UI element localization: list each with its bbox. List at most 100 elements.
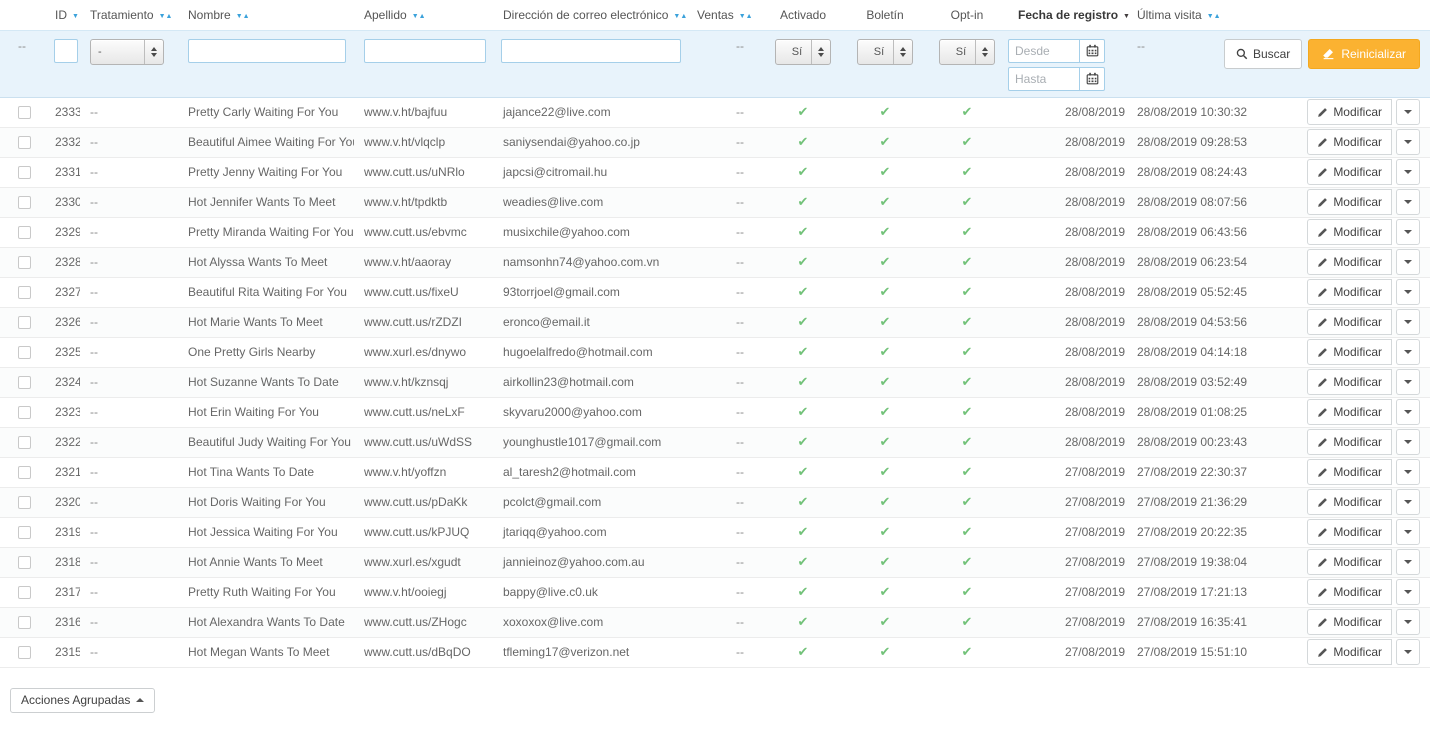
row-checkbox[interactable] — [18, 616, 31, 630]
column-header-tratamiento[interactable]: Tratamiento ▼▲ — [80, 0, 178, 30]
filter-hasta-input[interactable] — [1008, 66, 1080, 91]
row-checkbox[interactable] — [18, 166, 31, 180]
sort-desc-icon[interactable]: ▼ — [72, 13, 79, 20]
row-dropdown-toggle[interactable] — [1396, 309, 1420, 335]
row-checkbox[interactable] — [18, 106, 31, 120]
calendar-button[interactable] — [1079, 38, 1105, 63]
row-checkbox[interactable] — [18, 526, 31, 540]
modify-button[interactable]: Modificar — [1307, 159, 1392, 185]
modify-button[interactable]: Modificar — [1307, 489, 1392, 515]
column-header-fecha-registro[interactable]: Fecha de registro▼▲ — [1008, 0, 1131, 30]
row-dropdown-toggle[interactable] — [1396, 639, 1420, 665]
row-dropdown-toggle[interactable] — [1396, 399, 1420, 425]
sort-desc-icon[interactable]: ▼ — [236, 13, 243, 20]
boletin-check-icon: ✔ — [879, 464, 891, 479]
row-dropdown-toggle[interactable] — [1396, 249, 1420, 275]
column-header-id[interactable]: ID▼▲ — [40, 0, 80, 30]
optin-check-icon: ✔ — [961, 434, 973, 449]
row-dropdown-toggle[interactable] — [1396, 99, 1420, 125]
modify-button[interactable]: Modificar — [1307, 249, 1392, 275]
filter-nombre-input[interactable] — [188, 38, 346, 63]
row-dropdown-toggle[interactable] — [1396, 159, 1420, 185]
row-dropdown-toggle[interactable] — [1396, 579, 1420, 605]
modify-button[interactable]: Modificar — [1307, 399, 1392, 425]
row-checkbox[interactable] — [18, 556, 31, 570]
filter-activado-select[interactable]: Sí — [775, 38, 831, 65]
row-checkbox[interactable] — [18, 586, 31, 600]
column-header-nombre[interactable]: Nombre ▼▲ — [178, 0, 354, 30]
row-dropdown-toggle[interactable] — [1396, 279, 1420, 305]
sort-asc-icon[interactable]: ▲ — [1130, 13, 1131, 20]
filter-tratamiento-select[interactable]: - — [90, 38, 164, 65]
sort-desc-icon[interactable]: ▼ — [1207, 13, 1214, 20]
row-dropdown-toggle[interactable] — [1396, 519, 1420, 545]
row-checkbox[interactable] — [18, 436, 31, 450]
caret-down-icon — [1404, 290, 1412, 294]
column-header-apellido[interactable]: Apellido ▼▲ — [354, 0, 491, 30]
modify-button[interactable]: Modificar — [1307, 579, 1392, 605]
sort-desc-icon[interactable]: ▼ — [739, 13, 746, 20]
column-header-ventas[interactable]: Ventas ▼▲ — [687, 0, 762, 30]
row-checkbox[interactable] — [18, 196, 31, 210]
modify-button[interactable]: Modificar — [1307, 639, 1392, 665]
sort-desc-icon[interactable]: ▼ — [1123, 13, 1130, 20]
sort-desc-icon[interactable]: ▼ — [159, 13, 166, 20]
modify-button[interactable]: Modificar — [1307, 129, 1392, 155]
sort-asc-icon[interactable]: ▲ — [746, 13, 753, 20]
modify-button[interactable]: Modificar — [1307, 309, 1392, 335]
column-header-email[interactable]: Dirección de correo electrónico ▼▲ — [491, 0, 687, 30]
filter-email-input[interactable] — [501, 38, 681, 63]
row-dropdown-toggle[interactable] — [1396, 609, 1420, 635]
row-dropdown-toggle[interactable] — [1396, 219, 1420, 245]
row-checkbox[interactable] — [18, 226, 31, 240]
sort-asc-icon[interactable]: ▲ — [243, 13, 250, 20]
bulk-actions-button[interactable]: Acciones Agrupadas — [10, 687, 156, 713]
row-dropdown-toggle[interactable] — [1396, 459, 1420, 485]
row-checkbox[interactable] — [18, 496, 31, 510]
sort-asc-icon[interactable]: ▲ — [680, 13, 687, 20]
sort-asc-icon[interactable]: ▲ — [79, 13, 80, 20]
filter-apellido-input[interactable] — [364, 38, 486, 63]
modify-button[interactable]: Modificar — [1307, 459, 1392, 485]
sort-asc-icon[interactable]: ▲ — [166, 13, 173, 20]
modify-button[interactable]: Modificar — [1307, 429, 1392, 455]
row-dropdown-toggle[interactable] — [1396, 549, 1420, 575]
row-checkbox[interactable] — [18, 256, 31, 270]
search-button[interactable]: Buscar — [1223, 38, 1303, 69]
row-checkbox[interactable] — [18, 316, 31, 330]
row-checkbox[interactable] — [18, 466, 31, 480]
filter-row: -- - -- Sí Sí Sí Desde Hasta -- Buscar R… — [0, 29, 1430, 98]
filter-id-input[interactable] — [54, 38, 78, 63]
row-checkbox[interactable] — [18, 406, 31, 420]
modify-button[interactable]: Modificar — [1307, 189, 1392, 215]
row-dropdown-toggle[interactable] — [1396, 369, 1420, 395]
row-dropdown-toggle[interactable] — [1396, 339, 1420, 365]
sort-asc-icon[interactable]: ▲ — [1214, 13, 1221, 20]
modify-button[interactable]: Modificar — [1307, 519, 1392, 545]
row-dropdown-toggle[interactable] — [1396, 129, 1420, 155]
calendar-button[interactable] — [1079, 66, 1105, 91]
reset-button[interactable]: Reinicializar — [1308, 38, 1420, 69]
row-checkbox[interactable] — [18, 346, 31, 360]
modify-button[interactable]: Modificar — [1307, 369, 1392, 395]
modify-button[interactable]: Modificar — [1307, 219, 1392, 245]
row-checkbox[interactable] — [18, 286, 31, 300]
modify-button[interactable]: Modificar — [1307, 549, 1392, 575]
filter-boletin-select[interactable]: Sí — [857, 38, 913, 65]
filter-optin-select[interactable]: Sí — [939, 38, 995, 65]
row-dropdown-toggle[interactable] — [1396, 489, 1420, 515]
row-checkbox[interactable] — [18, 646, 31, 660]
modify-button[interactable]: Modificar — [1307, 339, 1392, 365]
cell-email: musixchile@yahoo.com — [491, 217, 687, 248]
modify-button[interactable]: Modificar — [1307, 609, 1392, 635]
row-checkbox[interactable] — [18, 376, 31, 390]
modify-button[interactable]: Modificar — [1307, 279, 1392, 305]
column-header-ultima-visita[interactable]: Última visita ▼▲ — [1131, 0, 1256, 30]
row-dropdown-toggle[interactable] — [1396, 429, 1420, 455]
sort-desc-icon[interactable]: ▼ — [412, 13, 419, 20]
row-checkbox[interactable] — [18, 136, 31, 150]
filter-desde-input[interactable] — [1008, 38, 1080, 63]
row-dropdown-toggle[interactable] — [1396, 189, 1420, 215]
modify-button[interactable]: Modificar — [1307, 99, 1392, 125]
sort-asc-icon[interactable]: ▲ — [419, 13, 426, 20]
